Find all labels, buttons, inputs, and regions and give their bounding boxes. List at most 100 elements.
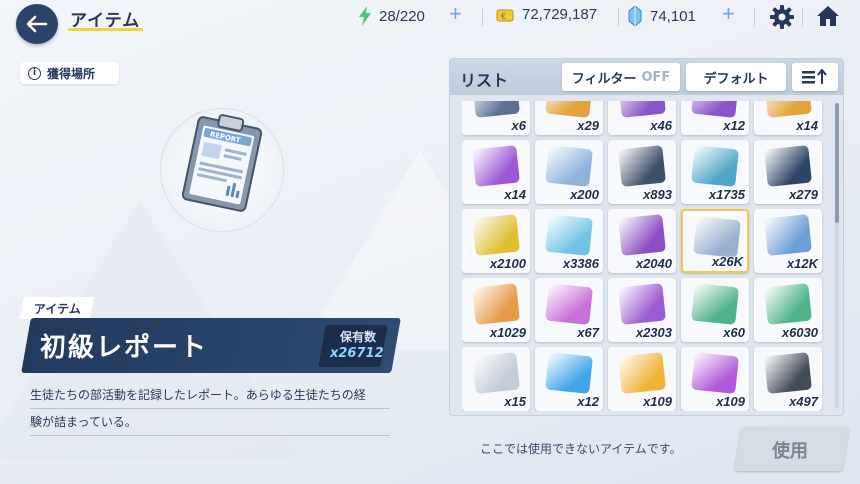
item-slot[interactable]: x279 (754, 140, 822, 204)
item-slot[interactable]: x2040 (608, 209, 676, 273)
acquisition-button[interactable]: i 獲得場所 (20, 62, 119, 84)
owned-count: x26712 (330, 346, 384, 361)
item-slot[interactable]: x3386 (535, 209, 603, 273)
item-slot[interactable]: x15 (462, 347, 530, 411)
item-icon (472, 352, 520, 394)
item-slot[interactable]: x12 (535, 347, 603, 411)
list-label: リスト (460, 71, 509, 90)
item-count: x29 (577, 118, 599, 133)
title-underline (68, 28, 143, 31)
item-slot[interactable]: x1735 (681, 140, 749, 204)
crystal-icon (628, 6, 642, 26)
item-slot[interactable]: x12 (681, 101, 749, 135)
item-slot[interactable]: x46 (608, 101, 676, 135)
item-slot[interactable]: x14 (754, 101, 822, 135)
sort-order-icon (802, 69, 827, 84)
ap-value: 28/220 (379, 7, 425, 25)
item-count: x2040 (635, 256, 672, 271)
back-button[interactable] (16, 4, 58, 44)
item-list-panel: リスト フィルター OFF デフォルト x6 x29 x46 x12 x14 x14 x20… (449, 58, 844, 416)
scrollbar-thumb[interactable] (835, 103, 839, 223)
item-slot[interactable]: x29 (535, 101, 603, 135)
item-icon (691, 101, 739, 118)
sort-button[interactable]: デフォルト (686, 63, 786, 91)
item-icon (545, 214, 593, 256)
report-clipboard-icon: REPORT (181, 114, 263, 212)
item-slot[interactable]: x893 (608, 140, 676, 204)
item-count: x497 (789, 394, 818, 409)
item-count: x109 (716, 394, 745, 409)
item-name: 初級レポート (40, 333, 209, 363)
item-icon (545, 352, 593, 394)
item-slot[interactable]: x1029 (462, 278, 530, 342)
plus-icon: + (722, 1, 735, 26)
item-description: 生徒たちの部活動を記録したレポート。あらゆる生徒たちの経 験が詰まっている。 (30, 382, 390, 436)
item-count: x109 (643, 394, 672, 409)
sort-order-button[interactable] (792, 63, 838, 91)
item-slot[interactable]: x14 (462, 140, 530, 204)
item-slot[interactable]: x2100 (462, 209, 530, 273)
pyroxene-plus-button[interactable]: + (722, 1, 735, 27)
item-count: x60 (723, 325, 745, 340)
item-count: x200 (570, 187, 599, 202)
filter-label: フィルター (571, 71, 637, 87)
settings-button[interactable] (770, 5, 794, 33)
item-slot[interactable]: x6 (462, 101, 530, 135)
item-icon (545, 283, 593, 325)
item-count: x14 (504, 187, 526, 202)
item-slot[interactable]: x109 (608, 347, 676, 411)
item-count: x1029 (489, 325, 526, 340)
item-count: x2303 (635, 325, 672, 340)
credit-icon: € (496, 9, 514, 21)
item-count: x893 (643, 187, 672, 202)
use-button-label: 使用 (772, 441, 808, 462)
item-slot[interactable]: x497 (754, 347, 822, 411)
item-icon (764, 145, 812, 187)
ap-display: 28/220 (357, 6, 425, 26)
item-icon (764, 352, 812, 394)
item-slot[interactable]: x2303 (608, 278, 676, 342)
pyroxene-value: 74,101 (650, 7, 696, 25)
item-count: x6 (511, 118, 526, 133)
item-icon (618, 101, 666, 118)
item-icon (472, 283, 520, 325)
sort-label: デフォルト (703, 71, 769, 87)
item-icon (618, 352, 666, 394)
home-icon (817, 6, 839, 26)
item-slot[interactable]: x26K (681, 209, 749, 273)
filter-button[interactable]: フィルター OFF (562, 63, 680, 91)
item-count: x67 (577, 325, 599, 340)
owned-label: 保有数 (340, 330, 377, 344)
panel-header: リスト フィルター OFF デフォルト (450, 59, 843, 95)
item-slot[interactable]: x67 (535, 278, 603, 342)
item-icon (618, 283, 666, 325)
ap-plus-button[interactable]: + (449, 1, 462, 27)
item-icon (472, 214, 520, 256)
item-count: x2100 (489, 256, 526, 271)
description-line: 生徒たちの部活動を記録したレポート。あらゆる生徒たちの経 (30, 382, 390, 409)
item-count: x279 (789, 187, 818, 202)
item-icon (545, 101, 593, 118)
filter-state: OFF (641, 69, 671, 85)
pyroxene-display: 74,101 (628, 6, 696, 26)
item-slot[interactable]: x200 (535, 140, 603, 204)
item-icon (691, 145, 739, 187)
item-slot[interactable]: x12K (754, 209, 822, 273)
home-button[interactable] (815, 4, 841, 32)
info-icon: i (28, 66, 41, 80)
item-icon (618, 145, 666, 187)
item-icon (691, 352, 739, 394)
top-bar: アイテム 28/220 + € 72,729,187 74,101 + (0, 0, 860, 44)
item-slot[interactable]: x109 (681, 347, 749, 411)
divider (802, 8, 803, 26)
item-slot[interactable]: x6030 (754, 278, 822, 342)
item-slot[interactable]: x60 (681, 278, 749, 342)
description-line: 験が詰まっている。 (30, 409, 390, 436)
item-count: x46 (650, 118, 672, 133)
item-count: x12K (786, 256, 818, 271)
item-icon (618, 214, 666, 256)
item-count: x26K (711, 254, 743, 269)
credits-value: 72,729,187 (522, 6, 598, 23)
item-count: x14 (796, 118, 818, 133)
item-grid[interactable]: x6 x29 x46 x12 x14 x14 x200 x893 x1735 x279 x2100 x… (462, 101, 828, 411)
